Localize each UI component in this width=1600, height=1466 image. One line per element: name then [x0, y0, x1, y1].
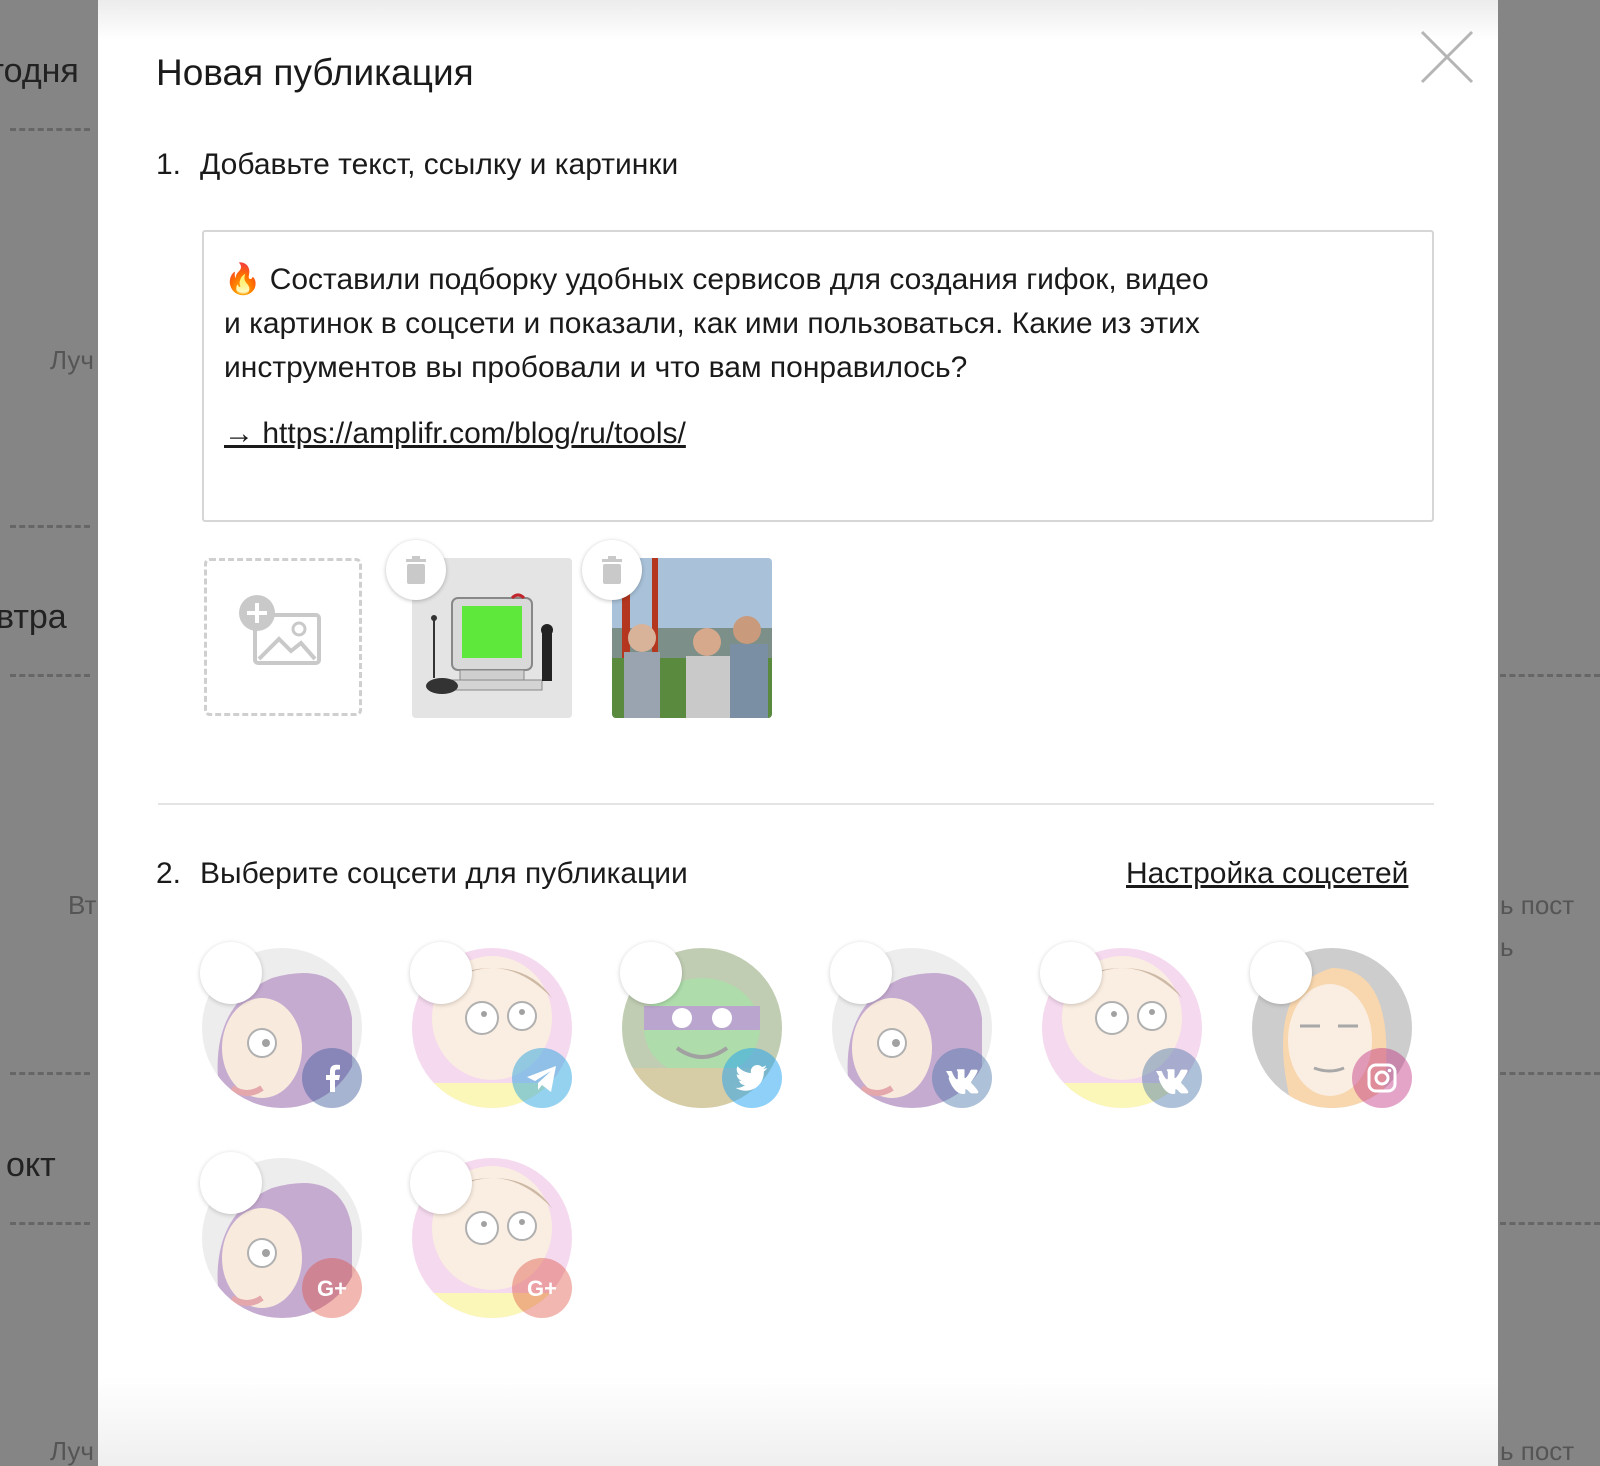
bg-slot-label: Луч — [50, 1436, 94, 1466]
close-icon[interactable] — [1420, 30, 1474, 84]
select-checkbox[interactable] — [620, 942, 682, 1004]
post-text-line: 🔥 Составили подборку удобных сервисов дл… — [224, 263, 1209, 296]
vk-icon — [1142, 1048, 1202, 1108]
modal-top-shade — [98, 0, 1498, 40]
facebook-icon — [302, 1048, 362, 1108]
account-facebook[interactable] — [200, 942, 362, 1108]
modal-title: Новая публикация — [156, 52, 474, 93]
post-text-editor[interactable]: 🔥 Составили подборку удобных сервисов дл… — [202, 230, 1434, 522]
add-image-icon — [239, 595, 321, 665]
modal-bottom-shade — [98, 1376, 1498, 1466]
add-image-button[interactable] — [204, 558, 362, 716]
select-checkbox[interactable] — [200, 942, 262, 1004]
bg-slot-label: ь пост — [1500, 1436, 1575, 1466]
instagram-icon — [1352, 1048, 1412, 1108]
post-text-line: инструментов вы пробовали и что вам понр… — [224, 351, 968, 384]
account-google-plus[interactable]: G+ — [410, 1152, 572, 1318]
bg-divider — [10, 128, 90, 131]
delete-image-button[interactable] — [582, 540, 642, 600]
google-plus-icon: G+ — [512, 1258, 572, 1318]
delete-image-button[interactable] — [386, 540, 446, 600]
select-checkbox[interactable] — [830, 942, 892, 1004]
trash-icon — [602, 556, 622, 584]
section-divider — [158, 803, 1434, 805]
step-1-number: 1. — [156, 148, 182, 181]
social-settings-link[interactable]: Настройка соцсетей — [1126, 857, 1408, 891]
account-twitter[interactable] — [620, 942, 782, 1108]
account-google-plus[interactable]: G+ — [200, 1152, 362, 1318]
bg-divider — [1500, 1072, 1600, 1075]
account-vk[interactable] — [1040, 942, 1202, 1108]
bg-divider — [10, 1072, 90, 1075]
svg-text:G+: G+ — [317, 1276, 347, 1301]
select-checkbox[interactable] — [410, 1152, 472, 1214]
step-2-number: 2. — [156, 857, 182, 890]
bg-slot-label: Луч — [50, 345, 94, 375]
bg-divider — [1500, 674, 1600, 677]
account-instagram[interactable] — [1250, 942, 1412, 1108]
step-1-label: Добавьте текст, ссылку и картинки — [200, 148, 679, 181]
vk-icon — [932, 1048, 992, 1108]
bg-day-label: втра — [0, 598, 67, 636]
step-2-label: Выберите соцсети для публикации — [200, 857, 688, 890]
account-telegram[interactable] — [410, 942, 572, 1108]
svg-text:G+: G+ — [527, 1276, 557, 1301]
bg-slot-label: ь пост — [1500, 890, 1575, 920]
post-link[interactable]: → https://amplifr.com/blog/ru/tools/ — [224, 412, 686, 456]
select-checkbox[interactable] — [1250, 942, 1312, 1004]
trash-icon — [406, 556, 426, 584]
bg-divider — [1500, 1222, 1600, 1225]
select-checkbox[interactable] — [1040, 942, 1102, 1004]
post-text-line: и картинок в соцсети и показали, как ими… — [224, 307, 1200, 340]
twitter-icon — [722, 1048, 782, 1108]
account-vk[interactable] — [830, 942, 992, 1108]
bg-slot-label: Вт — [68, 890, 97, 920]
select-checkbox[interactable] — [200, 1152, 262, 1214]
bg-divider — [10, 674, 90, 677]
select-checkbox[interactable] — [410, 942, 472, 1004]
telegram-icon — [512, 1048, 572, 1108]
bg-slot-label: ь — [1500, 932, 1514, 962]
bg-divider — [10, 1222, 90, 1225]
google-plus-icon: G+ — [302, 1258, 362, 1318]
bg-divider — [10, 525, 90, 528]
new-post-modal: Новая публикация 1. Добавьте текст, ссылк… — [98, 0, 1498, 1466]
bg-day-label: окт — [6, 1146, 56, 1184]
bg-day-label: годня — [0, 52, 79, 90]
step-2-heading: 2. Выберите соцсети для публикации — [156, 857, 688, 891]
step-1-heading: 1. Добавьте текст, ссылку и картинки — [156, 148, 678, 182]
